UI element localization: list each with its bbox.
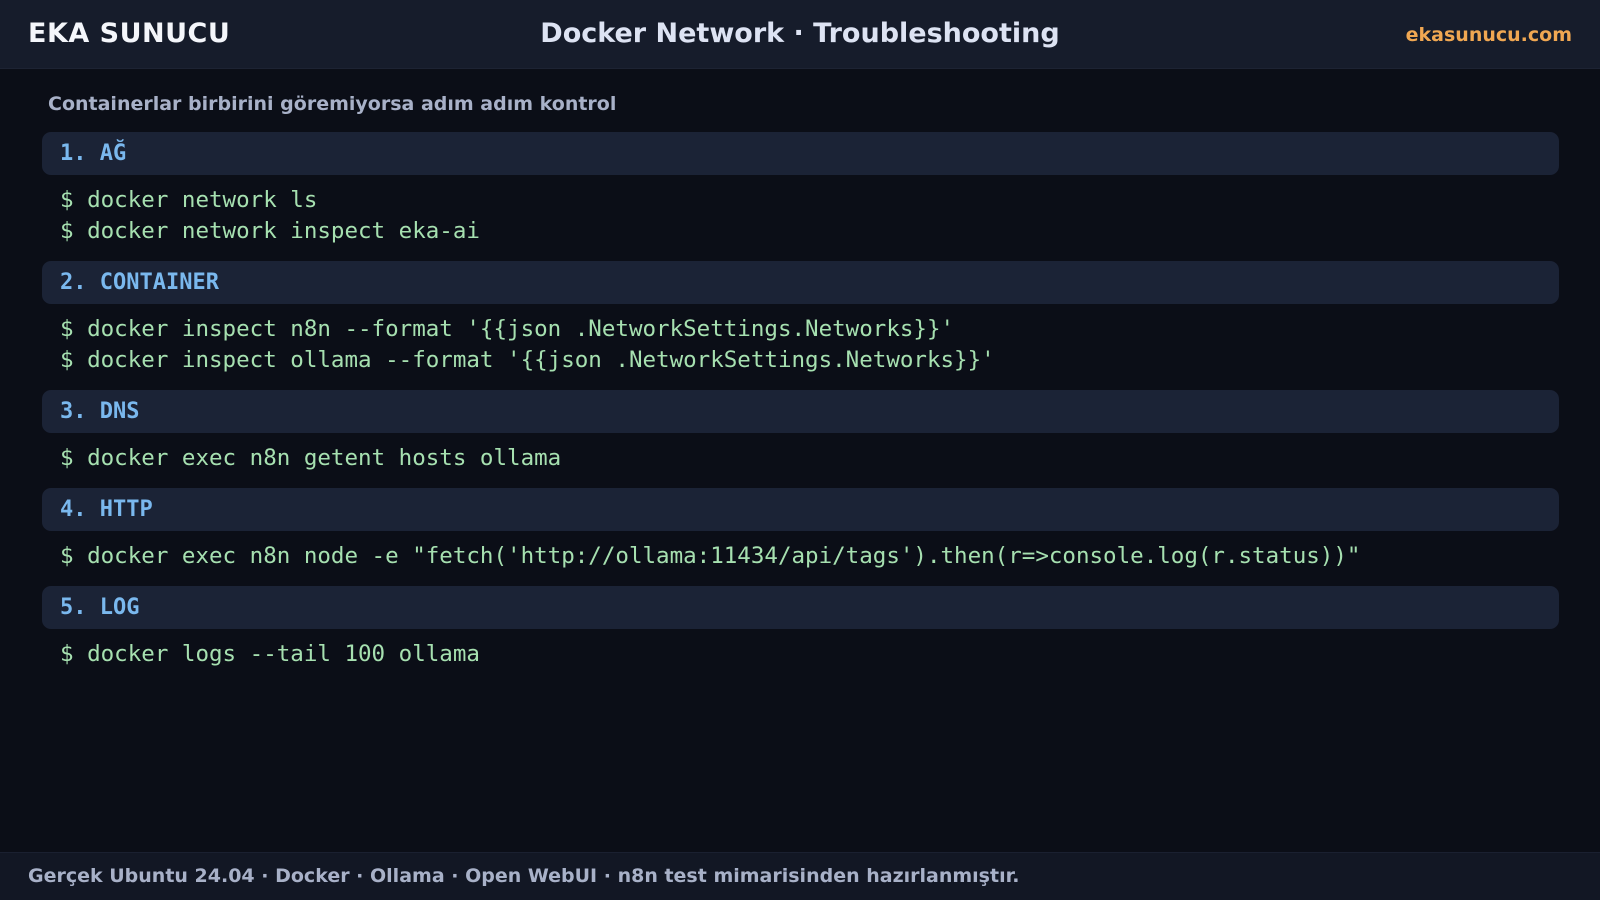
command-list: $ docker exec n8n getent hosts ollama bbox=[42, 433, 1559, 474]
command-line: $ docker network inspect eka-ai bbox=[60, 218, 480, 244]
section-title: 1. AĞ bbox=[60, 141, 127, 166]
command-line: $ docker logs --tail 100 ollama bbox=[60, 641, 480, 667]
command-line: $ docker inspect n8n --format '{{json .N… bbox=[60, 316, 955, 342]
section-title: 4. HTTP bbox=[60, 497, 153, 522]
section-header: 1. AĞ bbox=[42, 132, 1559, 175]
section-header: 2. CONTAINER bbox=[42, 261, 1559, 304]
command-list: $ docker logs --tail 100 ollama bbox=[42, 629, 1559, 670]
footer-note: Gerçek Ubuntu 24.04 · Docker · Ollama · … bbox=[28, 865, 1020, 887]
troubleshooting-sections: 1. AĞ $ docker network ls $ docker netwo… bbox=[42, 132, 1559, 670]
section-dns: 3. DNS $ docker exec n8n getent hosts ol… bbox=[42, 390, 1559, 474]
command-line: $ docker network ls bbox=[60, 187, 318, 213]
command-line: $ docker inspect ollama --format '{{json… bbox=[60, 347, 995, 373]
section-log: 5. LOG $ docker logs --tail 100 ollama bbox=[42, 586, 1559, 670]
command-list: $ docker inspect n8n --format '{{json .N… bbox=[42, 304, 1559, 376]
section-http: 4. HTTP $ docker exec n8n node -e "fetch… bbox=[42, 488, 1559, 572]
section-title: 5. LOG bbox=[60, 595, 140, 620]
section-title: 2. CONTAINER bbox=[60, 270, 219, 295]
section-network: 1. AĞ $ docker network ls $ docker netwo… bbox=[42, 132, 1559, 247]
footer-bar: Gerçek Ubuntu 24.04 · Docker · Ollama · … bbox=[0, 852, 1600, 900]
command-list: $ docker exec n8n node -e "fetch('http:/… bbox=[42, 531, 1559, 572]
command-line: $ docker exec n8n node -e "fetch('http:/… bbox=[60, 543, 1361, 569]
section-header: 3. DNS bbox=[42, 390, 1559, 433]
section-title: 3. DNS bbox=[60, 399, 140, 424]
command-line: $ docker exec n8n getent hosts ollama bbox=[60, 445, 562, 471]
section-header: 4. HTTP bbox=[42, 488, 1559, 531]
top-bar: EKA SUNUCU Docker Network · Troubleshoot… bbox=[0, 0, 1600, 69]
command-list: $ docker network ls $ docker network ins… bbox=[42, 175, 1559, 247]
section-container: 2. CONTAINER $ docker inspect n8n --form… bbox=[42, 261, 1559, 376]
page-title: Docker Network · Troubleshooting bbox=[540, 18, 1060, 49]
section-header: 5. LOG bbox=[42, 586, 1559, 629]
site-link[interactable]: ekasunucu.com bbox=[1406, 23, 1572, 47]
page-subtitle: Containerlar birbirini göremiyorsa adım … bbox=[48, 93, 617, 115]
